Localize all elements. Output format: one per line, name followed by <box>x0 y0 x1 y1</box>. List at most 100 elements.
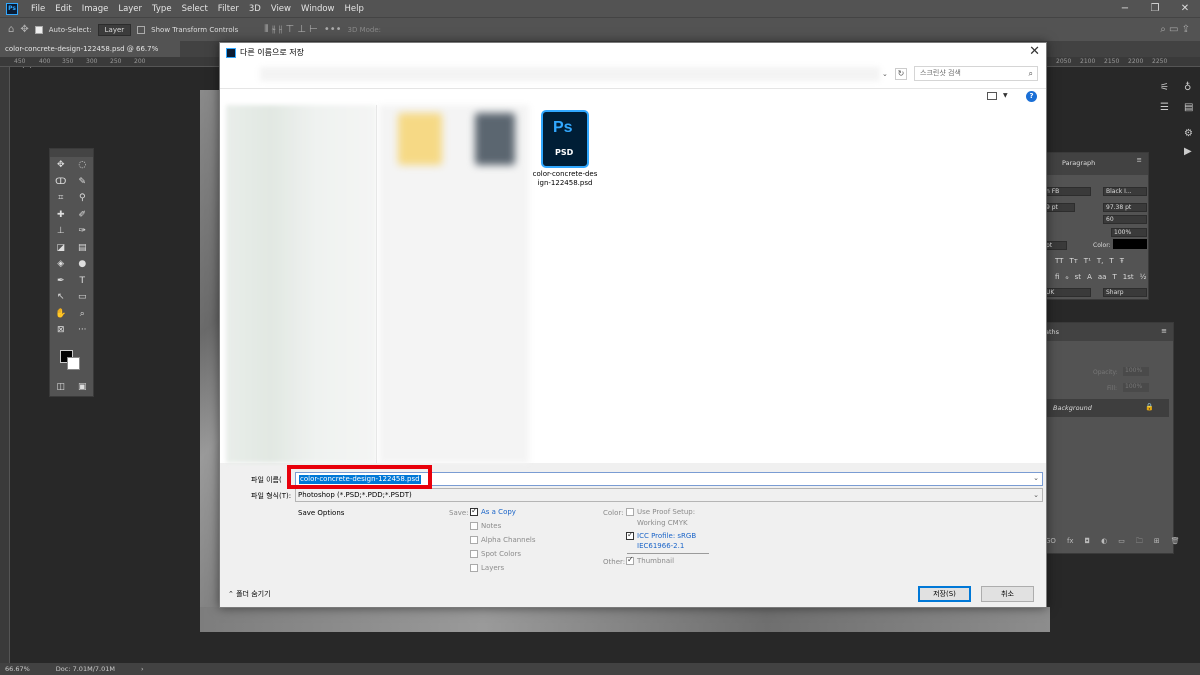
titling-button[interactable]: A <box>1087 273 1092 281</box>
address-path[interactable] <box>260 67 880 81</box>
text-color-swatch[interactable] <box>1113 239 1147 249</box>
group-icon[interactable]: ▭ <box>1118 537 1125 548</box>
cancel-button[interactable]: 취소 <box>981 586 1034 602</box>
zoom-level[interactable]: 66.67% <box>5 665 30 673</box>
folder-icon[interactable] <box>398 113 442 165</box>
font-style-select[interactable]: Black I... <box>1103 187 1147 196</box>
align-icons[interactable]: ⫴ ⫳ ⫲ ⊤ ⊥ ⊢ <box>264 24 318 35</box>
more-options-icon[interactable]: ••• <box>324 24 342 35</box>
lightbulb-icon[interactable]: ♁ <box>1184 82 1191 93</box>
new-layer-icon[interactable]: ⊞ <box>1154 537 1160 548</box>
navigation-pane[interactable] <box>220 105 376 463</box>
subscript-button[interactable]: T, <box>1097 257 1104 265</box>
panel-menu-icon[interactable]: ≡ <box>1161 327 1167 335</box>
window-close-icon[interactable]: ✕ <box>1170 0 1200 17</box>
leading-input[interactable]: 97.38 pt <box>1103 203 1147 212</box>
menu-3d[interactable]: 3D <box>244 4 266 14</box>
background-color-swatch[interactable] <box>67 357 80 370</box>
opentype-buttons[interactable]: fi ℴ st A aa T 1st ½ <box>1055 273 1146 281</box>
checkbox[interactable] <box>470 550 478 558</box>
adjust-icon[interactable]: ☰ <box>1160 102 1169 113</box>
move-tool-icon[interactable]: ✥ <box>20 24 28 35</box>
checkbox[interactable] <box>626 508 634 516</box>
ligature-button[interactable]: fi <box>1055 273 1059 281</box>
search-input[interactable]: 스크린샷 검색 ⌕ <box>914 66 1038 81</box>
checkbox[interactable] <box>470 522 478 530</box>
search-icon[interactable]: ⌕ ▭ ⇪ <box>1160 24 1190 35</box>
menu-window[interactable]: Window <box>296 4 340 14</box>
auto-select-checkbox[interactable] <box>34 25 43 34</box>
lasso-icon[interactable]: ↀ <box>53 177 69 187</box>
opacity-input[interactable]: 100% <box>1123 367 1149 376</box>
menu-layer[interactable]: Layer <box>113 4 147 14</box>
path-select-icon[interactable]: ↖ <box>53 292 69 302</box>
view-dropdown-icon[interactable]: ▼ <box>1003 92 1008 99</box>
panel-grip[interactable] <box>50 149 93 157</box>
contextual-button[interactable]: aa <box>1098 273 1107 281</box>
minimize-icon[interactable]: − <box>1110 0 1140 17</box>
dodge-icon[interactable]: ● <box>74 259 90 269</box>
home-icon[interactable]: ⌂ <box>8 24 14 35</box>
layers-option[interactable]: Layers <box>470 564 504 572</box>
blur-icon[interactable]: ◈ <box>53 259 69 269</box>
strikethrough-button[interactable]: Ŧ <box>1120 257 1124 265</box>
shape-icon[interactable]: ▭ <box>74 292 90 302</box>
zoom-icon[interactable]: ⌕ <box>74 309 90 319</box>
swash-button[interactable]: T <box>1112 273 1116 281</box>
fraction-button[interactable]: ½ <box>1140 273 1147 281</box>
mask-icon[interactable]: ◘ <box>1085 537 1091 548</box>
history-brush-icon[interactable]: ✑ <box>74 226 90 236</box>
ordinal-button[interactable]: 1st <box>1123 273 1134 281</box>
healing-icon[interactable]: ✚ <box>53 210 69 220</box>
notes-option[interactable]: Notes <box>470 522 501 530</box>
menu-file[interactable]: File <box>26 4 50 14</box>
alpha-channels-option[interactable]: Alpha Channels <box>470 536 536 544</box>
type-icon[interactable]: T <box>74 276 90 286</box>
thumbnail-option[interactable]: Thumbnail <box>626 555 674 565</box>
small-caps-button[interactable]: Tт <box>1069 257 1077 265</box>
chevron-down-icon[interactable]: ⌄ <box>1033 474 1039 482</box>
menu-edit[interactable]: Edit <box>50 4 76 14</box>
canvas-image-bottom[interactable] <box>200 607 1050 632</box>
tab-paragraph[interactable]: Paragraph <box>1062 159 1095 167</box>
view-options-icon[interactable] <box>987 92 997 100</box>
menu-view[interactable]: View <box>266 4 296 14</box>
document-tab[interactable]: color-concrete-design-122458.psd @ 66.7%… <box>0 41 180 69</box>
adjustment-icon[interactable]: ◐ <box>1101 537 1107 548</box>
language-select[interactable]: UK <box>1043 288 1091 297</box>
pen-icon[interactable]: ✒ <box>53 276 69 286</box>
superscript-button[interactable]: T¹ <box>1084 257 1091 265</box>
artboard-icon[interactable]: ⊠ <box>53 325 69 335</box>
eyedropper-icon[interactable]: ⚲ <box>74 193 90 203</box>
crop-icon[interactable]: ⌗ <box>53 193 69 203</box>
antialias-select[interactable]: Sharp <box>1103 288 1147 297</box>
spot-colors-option[interactable]: Spot Colors <box>470 550 521 558</box>
close-icon[interactable]: ✕ <box>1029 44 1040 59</box>
checkbox[interactable] <box>470 506 478 516</box>
brush-icon[interactable]: ✐ <box>74 210 90 220</box>
font-family-select[interactable]: n FB <box>1043 187 1091 196</box>
panel-menu-icon[interactable]: ≡ <box>1137 156 1142 164</box>
folder-icon[interactable] <box>475 113 515 165</box>
proof-setup-option[interactable]: Use Proof Setup: <box>626 508 695 516</box>
quick-select-icon[interactable]: ✎ <box>74 177 90 187</box>
chevron-down-icon[interactable]: ⌄ <box>882 70 888 78</box>
filetype-select[interactable]: Photoshop (*.PSD;*.PDD;*.PSDT) ⌄ <box>295 488 1043 502</box>
menu-select[interactable]: Select <box>177 4 213 14</box>
auto-select-dropdown[interactable]: Layer <box>97 23 132 36</box>
play-icon[interactable]: ▶ <box>1184 146 1192 157</box>
properties-icon[interactable]: ⚟ <box>1160 82 1169 93</box>
fill-input[interactable]: 100% <box>1123 383 1149 392</box>
doc-icon[interactable]: ▤ <box>1184 102 1193 113</box>
checkbox[interactable] <box>626 555 634 565</box>
marquee-icon[interactable]: ◌ <box>74 160 90 170</box>
more-tools-icon[interactable]: ··· <box>74 325 90 335</box>
old-style-button[interactable]: ℴ <box>1065 273 1068 281</box>
psd-file-icon[interactable]: Ps PSD <box>541 110 589 168</box>
font-size-input[interactable]: 9 pt <box>1043 203 1075 212</box>
refresh-icon[interactable]: ↻ <box>895 68 907 80</box>
tracking-input[interactable]: 60 <box>1103 215 1147 224</box>
brush-settings-icon[interactable]: ⚙ <box>1184 128 1193 139</box>
stylistic-button[interactable]: st <box>1075 273 1081 281</box>
folder-icon[interactable]: 🗀 <box>1136 537 1143 548</box>
